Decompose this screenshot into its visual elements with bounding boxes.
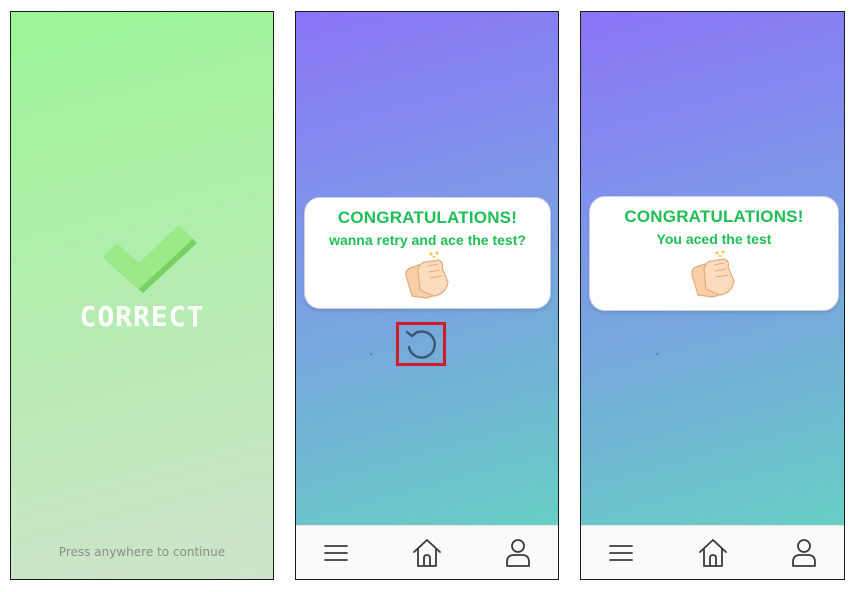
decorative-dot (370, 353, 372, 355)
bottom-navbar (581, 525, 844, 579)
congrats-aced-screen: CONGRATULATIONS! You aced the test (580, 11, 845, 580)
bottom-navbar (296, 525, 558, 579)
home-button[interactable] (696, 536, 730, 570)
home-button[interactable] (410, 536, 444, 570)
continue-hint: Press anywhere to continue (58, 545, 226, 559)
menu-icon (324, 545, 348, 561)
congrats-title: CONGRATULATIONS! (624, 207, 804, 226)
congrats-title: CONGRATULATIONS! (337, 208, 518, 227)
congrats-subtitle: You aced the test (656, 231, 772, 247)
clapping-hands-icon (691, 250, 735, 298)
congrats-card: CONGRATULATIONS! You aced the test (589, 196, 839, 311)
correct-screen[interactable]: CORRECT Press anywhere to continue (10, 11, 274, 580)
profile-icon (792, 539, 816, 567)
result-title: CORRECT (79, 300, 205, 333)
profile-button[interactable] (501, 536, 535, 570)
home-icon (413, 539, 441, 567)
congrats-card: CONGRATULATIONS! wanna retry and ace the… (304, 197, 551, 309)
profile-icon (506, 539, 530, 567)
congrats-subtitle: wanna retry and ace the test? (329, 232, 526, 248)
checkmark-icon (103, 225, 197, 293)
retry-icon (405, 330, 436, 359)
decorative-dot (656, 353, 658, 355)
home-icon (699, 539, 727, 567)
menu-button[interactable] (319, 536, 353, 570)
menu-button[interactable] (604, 536, 638, 570)
congrats-retry-screen: CONGRATULATIONS! wanna retry and ace the… (295, 11, 559, 580)
clapping-hands-icon (404, 251, 449, 299)
retry-button[interactable] (396, 322, 446, 366)
profile-button[interactable] (787, 536, 821, 570)
menu-icon (609, 545, 633, 561)
